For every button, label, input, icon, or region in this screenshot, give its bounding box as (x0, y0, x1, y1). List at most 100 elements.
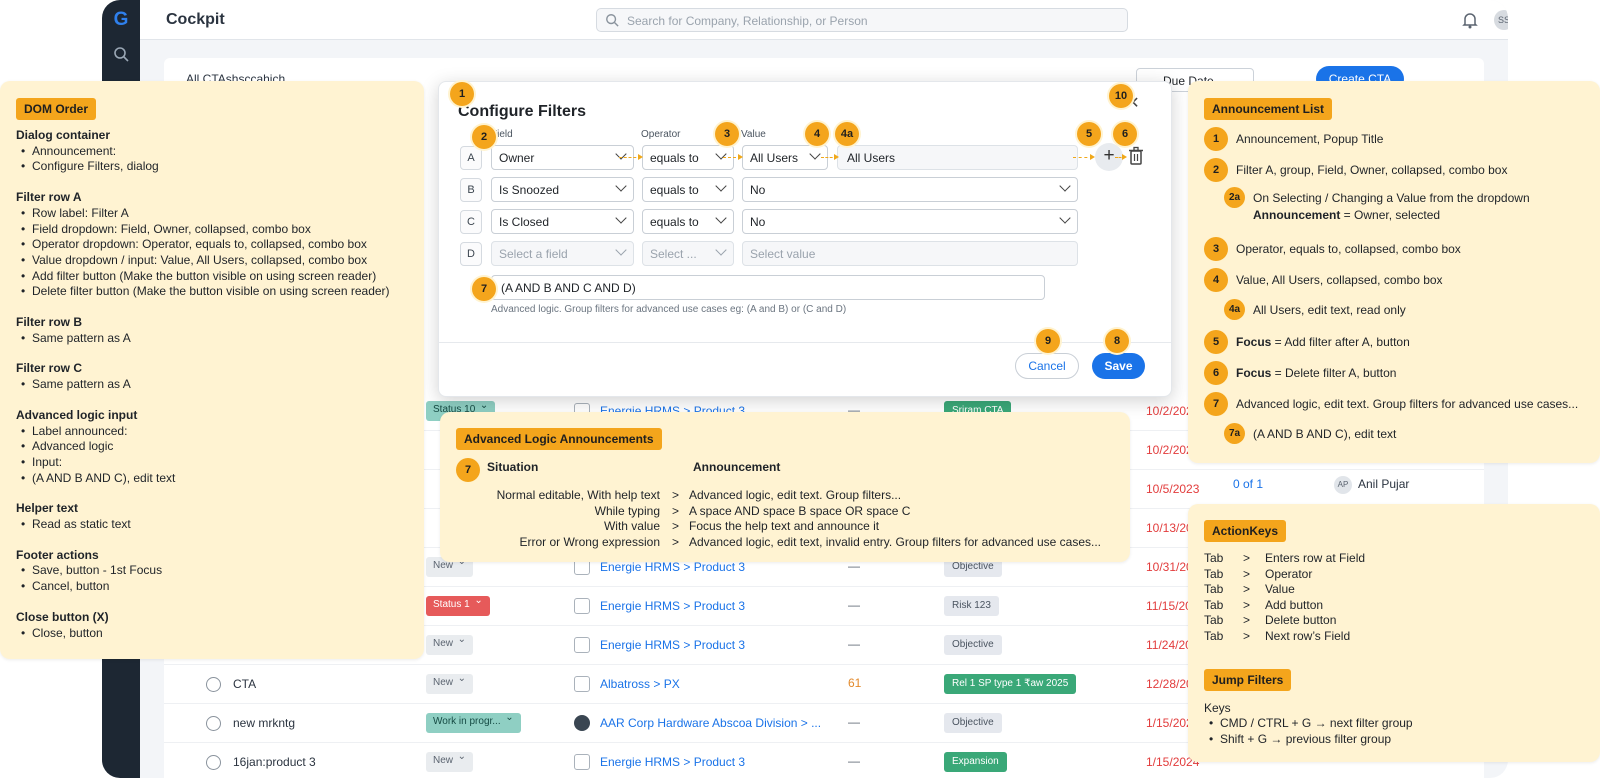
filter-row-label-d: D (460, 242, 482, 266)
value-placeholder-d: Select value (750, 247, 816, 261)
badge-5: 5 (1077, 122, 1101, 146)
announcement-text: Announcement = Owner, selected (1253, 208, 1440, 222)
status-badge[interactable]: Status 1 (426, 595, 490, 616)
global-search-input[interactable]: Search for Company, Relationship, or Per… (596, 8, 1128, 32)
cta-name[interactable]: CTA (233, 677, 256, 691)
status-badge[interactable]: New (426, 673, 474, 694)
operator-dropdown-c[interactable]: equals to (642, 209, 734, 234)
status-badge[interactable]: New (426, 751, 474, 772)
situation-text: Normal editable, With help text (496, 488, 660, 502)
row-checkbox[interactable] (206, 677, 221, 692)
arrow-separator: > (672, 503, 680, 518)
cta-name[interactable]: 16jan:product 3 (233, 755, 316, 769)
relationship-link[interactable]: Energie HRMS > Product 3 (600, 560, 745, 574)
field-dropdown-b[interactable]: Is Snoozed (491, 177, 634, 202)
situation-text: While typing (594, 503, 660, 518)
arrow-separator: > (1243, 566, 1251, 581)
operator-dropdown-a[interactable]: equals to (642, 145, 734, 170)
type-tag: Objective (944, 635, 1002, 655)
brand-logo-icon[interactable]: G (111, 10, 131, 30)
field-placeholder-d: Select a field (499, 247, 568, 261)
operator-value-a: equals to (650, 151, 699, 165)
announcement-text: All Users, edit text, read only (1253, 303, 1406, 317)
value-input-d[interactable]: Select value (742, 241, 1078, 266)
building-icon (574, 637, 590, 653)
key-action: Add button (1265, 597, 1324, 612)
save-button[interactable]: Save (1092, 353, 1145, 379)
announcement-text: Advanced logic, edit text, invalid entry… (689, 534, 1101, 549)
badge-6: 6 (1113, 122, 1137, 146)
type-tag: Rel 1 SP type 1 ₹aw 2025 (944, 674, 1077, 694)
operator-dropdown-b[interactable]: equals to (642, 177, 734, 202)
value-dropdown-c[interactable]: No (742, 209, 1078, 234)
relationship-link[interactable]: Energie HRMS > Product 3 (600, 599, 745, 613)
dom-bullet: Configure Filters, dialog (16, 159, 159, 174)
advanced-logic-input[interactable]: (A AND B AND C AND D) (491, 275, 1045, 300)
relationship-link[interactable]: Energie HRMS > Product 3 (600, 638, 745, 652)
badge-2: 2 (472, 125, 496, 149)
announcement-value: Announcement, Popup Title (1236, 132, 1384, 146)
flow-arrow (619, 154, 643, 160)
trash-icon[interactable] (1127, 146, 1145, 166)
arrow-separator: > (1243, 582, 1251, 597)
status-badge[interactable]: Work in progr... (426, 712, 521, 733)
announcement-text: Value, All Users, collapsed, combo box (1236, 273, 1443, 287)
badge-4a: 4a (1224, 299, 1245, 320)
relationship-link[interactable]: Albatross > PX (600, 677, 680, 691)
dom-order-panel: DOM Order Dialog containerAnnouncement:C… (0, 81, 424, 659)
value-dropdown-b[interactable]: No (742, 177, 1078, 202)
badge-5: 5 (1204, 330, 1228, 354)
announcement-item: 3 Operator, equals to, collapsed, combo b… (1204, 237, 1461, 261)
announcement-item: 5 Focus = Add filter after A, button (1204, 330, 1410, 354)
field-dropdown-d[interactable]: Select a field (491, 241, 634, 266)
due-date: 10/5/2023 (1146, 482, 1200, 496)
operator-dropdown-d[interactable]: Select ... (642, 241, 734, 266)
field-dropdown-c[interactable]: Is Closed (491, 209, 634, 234)
badge-3: 3 (715, 122, 739, 146)
dom-bullet: Same pattern as A (16, 331, 131, 346)
key-name: Tab (1204, 566, 1224, 581)
arrow-separator: > (672, 534, 680, 549)
search-icon[interactable] (113, 46, 129, 62)
jump-filters-title: Jump Filters (1204, 669, 1292, 691)
dom-section-heading: Footer actions (16, 547, 99, 562)
row-checkbox[interactable] (206, 716, 221, 731)
row-checkbox[interactable] (206, 755, 221, 770)
jump-shortcut: CMD / CTRL + G → next filter group (1204, 716, 1413, 731)
dom-bullet: Advanced logic (16, 439, 113, 454)
announcement-text: Focus the help text and announce it (689, 519, 880, 534)
relationship-link[interactable]: Energie HRMS > Product 3 (600, 755, 745, 769)
user-avatar[interactable]: SS (1494, 10, 1508, 30)
relationship-link[interactable]: AAR Corp Hardware Abscoa Division > ... (600, 716, 821, 730)
cta-count[interactable]: 0 of 1 (1233, 477, 1263, 491)
advanced-logic-panel: Advanced Logic Announcements 7 Situation… (440, 412, 1130, 562)
announcement-item: 4a All Users, edit text, read only (1224, 299, 1406, 320)
filter-row-label-a: A (460, 146, 482, 170)
situation-text: Error or Wrong expression (519, 534, 661, 549)
score-cell: — (848, 715, 860, 729)
chevron-down-icon (715, 244, 727, 256)
search-placeholder: Search for Company, Relationship, or Per… (627, 14, 868, 28)
type-tag: Risk 123 (944, 596, 999, 616)
cta-name[interactable]: new mrkntg (233, 716, 295, 730)
bell-icon[interactable] (1462, 11, 1478, 29)
building-icon (574, 715, 590, 731)
jump-shortcut: Shift + G → previous filter group (1204, 732, 1391, 747)
score-cell: — (848, 598, 860, 612)
status-badge[interactable]: New (426, 634, 474, 655)
badge-7a: 7a (1224, 423, 1245, 444)
field-dropdown-a[interactable]: Owner (491, 145, 634, 170)
announcement-label: Focus (1236, 366, 1272, 380)
chevron-down-icon (615, 180, 627, 192)
dom-bullet: Delete filter button (Make the button vi… (16, 284, 390, 299)
announcement-item: 4 Value, All Users, collapsed, combo box (1204, 268, 1443, 292)
cancel-button[interactable]: Cancel (1015, 353, 1079, 379)
dom-section-heading: Helper text (16, 501, 79, 516)
value-dropdown-a[interactable]: All Users (742, 145, 828, 170)
search-icon (606, 14, 619, 27)
announcement-list-panel: Announcement List 1 Announcement, Popup T… (1188, 81, 1600, 463)
key-name: Tab (1204, 629, 1224, 643)
arrow-separator: > (1243, 597, 1251, 612)
dom-section-heading: Dialog container (16, 128, 111, 142)
chevron-down-icon (615, 212, 627, 224)
